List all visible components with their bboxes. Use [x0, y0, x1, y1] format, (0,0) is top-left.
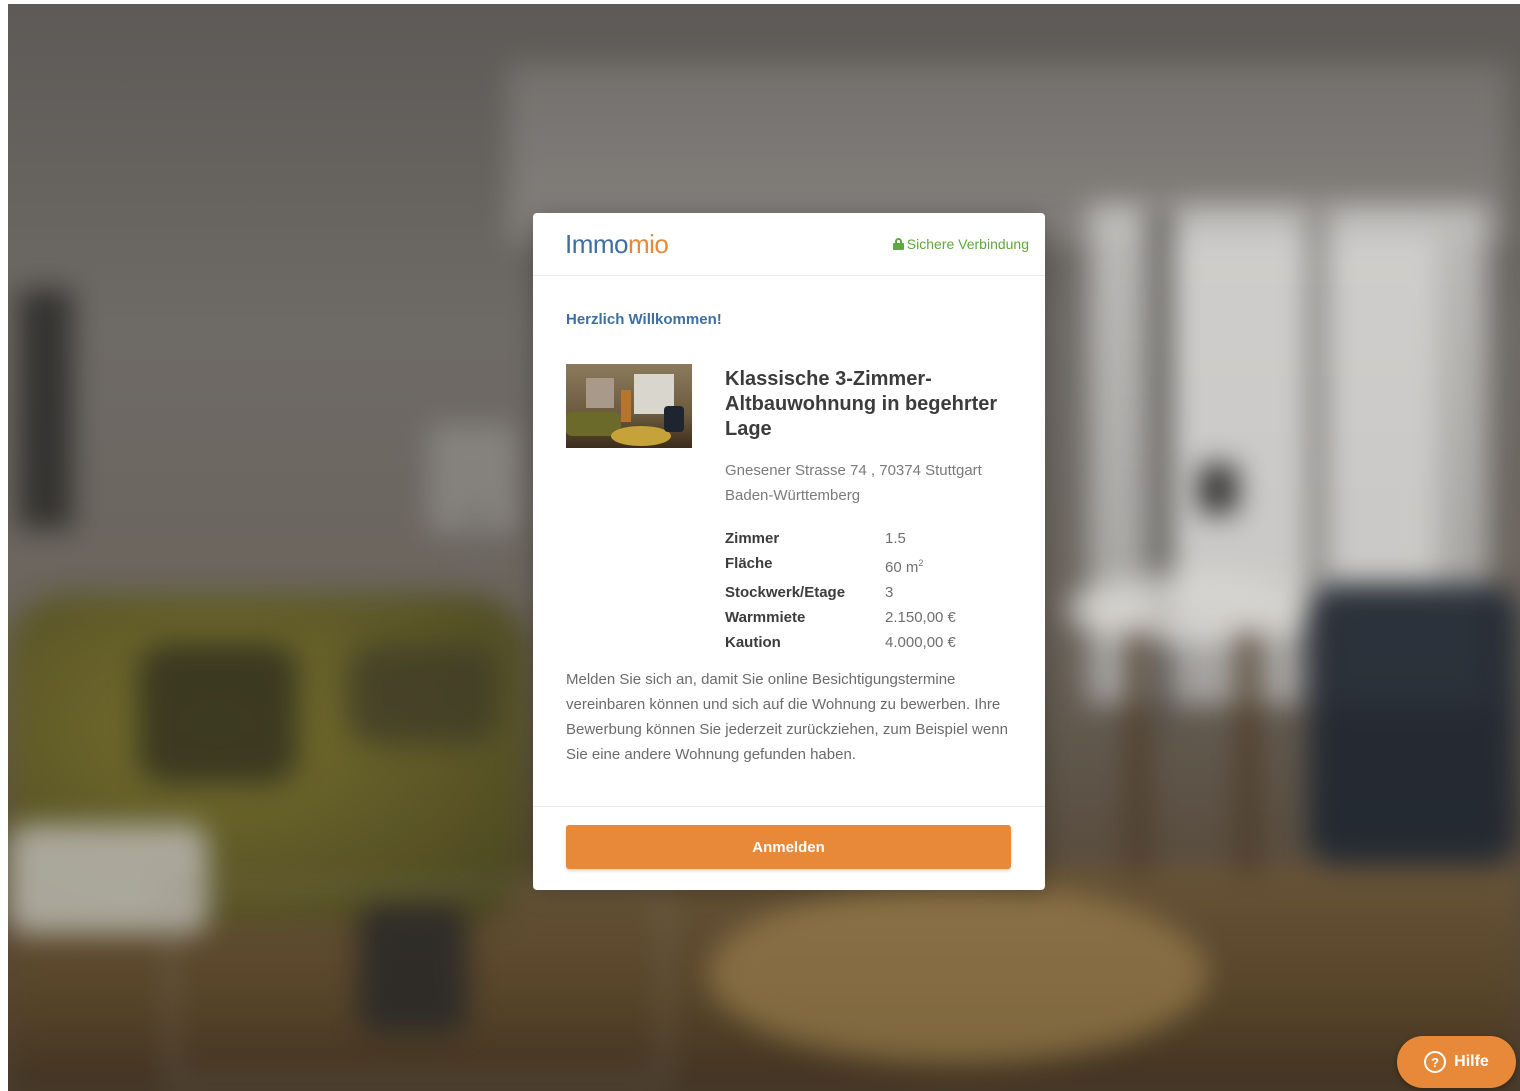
fact-row-area: Fläche 60 m2	[725, 551, 1025, 580]
immomio-logo[interactable]: Immomio	[565, 229, 669, 260]
login-button[interactable]: Anmelden	[566, 825, 1011, 869]
fact-value: 3	[885, 584, 894, 601]
listing-address: Gnesener Strasse 74 , 70374 Stuttgart Ba…	[725, 458, 1025, 508]
fact-row-floor: Stockwerk/Etage 3	[725, 580, 1025, 605]
address-line-1: Gnesener Strasse 74 , 70374 Stuttgart	[725, 462, 982, 479]
fact-value: 2.150,00 €	[885, 609, 956, 626]
fact-row-rooms: Zimmer 1.5	[725, 526, 1025, 551]
fact-label: Warmmiete	[725, 609, 806, 626]
secure-connection-label: Sichere Verbindung	[906, 236, 1029, 252]
fact-value: 1.5	[885, 530, 906, 547]
logo-part1: Immo	[565, 229, 629, 259]
fact-value: 4.000,00 €	[885, 634, 956, 651]
help-label: Hilfe	[1454, 1053, 1489, 1070]
dialog-header: Immomio Sichere Verbindung	[533, 213, 1045, 276]
address-line-2: Baden-Württemberg	[725, 487, 861, 504]
listing-facts: Zimmer 1.5 Fläche 60 m2 Stockwerk/Etage …	[725, 526, 1025, 655]
secure-connection-indicator: Sichere Verbindung	[892, 236, 1029, 252]
fact-label: Kaution	[725, 634, 781, 651]
question-circle-icon: ?	[1424, 1051, 1447, 1073]
lock-icon	[892, 238, 904, 250]
footer-divider	[533, 806, 1045, 807]
fact-label: Fläche	[725, 555, 773, 572]
welcome-dialog: Immomio Sichere Verbindung Herzlich Will…	[533, 213, 1045, 890]
login-description: Melden Sie sich an, damit Sie online Bes…	[566, 671, 1008, 763]
fact-label: Stockwerk/Etage	[725, 584, 846, 601]
property-thumbnail	[566, 364, 692, 448]
fact-value: 60 m2	[885, 558, 924, 576]
listing-title: Klassische 3-Zimmer-Altbauwohnung in beg…	[725, 368, 998, 440]
logo-part2: mio	[628, 229, 669, 259]
fact-row-warm-rent: Warmmiete 2.150,00 €	[725, 605, 1025, 630]
fact-label: Zimmer	[725, 530, 780, 547]
welcome-heading: Herzlich Willkommen!	[566, 311, 722, 328]
fact-row-deposit: Kaution 4.000,00 €	[725, 630, 1025, 655]
help-button[interactable]: ? Hilfe	[1397, 1036, 1516, 1088]
